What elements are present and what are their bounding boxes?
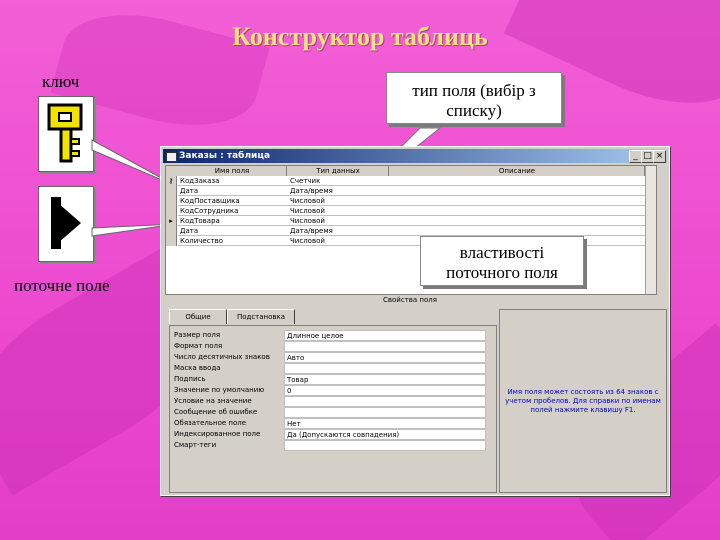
table-row[interactable]: ⚷ КодЗаказа Счетчик xyxy=(166,176,656,186)
property-row[interactable]: Смарт-теги xyxy=(174,440,492,451)
column-header: Описание xyxy=(390,166,645,176)
hint-text: Имя поля может состоять из 64 знаков с у… xyxy=(505,388,661,414)
slide: Конструктор таблиць ключ поточне поле За… xyxy=(0,0,720,540)
property-row[interactable]: Маска ввода xyxy=(174,363,492,374)
field-name[interactable]: Дата xyxy=(178,186,288,196)
callout-field-properties: властивості поточного поля xyxy=(420,236,584,286)
current-row-icon[interactable]: ▸ xyxy=(166,216,177,226)
property-value[interactable]: Да (Допускаются совпадения) xyxy=(284,429,486,440)
property-row[interactable]: Значение по умолчанию 0 xyxy=(174,385,492,396)
primary-key-icon[interactable]: ⚷ xyxy=(166,176,177,186)
property-row[interactable]: Условие на значение xyxy=(174,396,492,407)
field-type[interactable]: Числовой xyxy=(288,236,390,246)
property-row[interactable]: Число десятичных знаков Авто xyxy=(174,352,492,363)
property-value[interactable] xyxy=(284,363,486,374)
row-selector[interactable] xyxy=(166,236,177,246)
field-description[interactable] xyxy=(390,196,654,206)
property-label: Формат поля xyxy=(174,342,223,350)
property-label: Подпись xyxy=(174,375,206,383)
table-icon xyxy=(166,152,177,162)
property-value[interactable] xyxy=(284,341,486,352)
field-type[interactable]: Дата/время xyxy=(288,186,390,196)
property-row[interactable]: Сообщение об ошибке xyxy=(174,407,492,418)
property-value[interactable]: Авто xyxy=(284,352,486,363)
callout-field-type: тип поля (вибір з списку) xyxy=(386,72,562,124)
field-type[interactable]: Числовой xyxy=(288,196,390,206)
vertical-scrollbar[interactable] xyxy=(645,166,656,294)
column-header: Имя поля xyxy=(178,166,287,176)
field-description[interactable] xyxy=(390,226,654,236)
property-row[interactable]: Размер поля Длинное целое xyxy=(174,330,492,341)
property-label: Смарт-теги xyxy=(174,441,217,449)
table-row[interactable]: Дата Дата/время xyxy=(166,226,656,236)
property-label: Маска ввода xyxy=(174,364,221,372)
field-type[interactable]: Дата/время xyxy=(288,226,390,236)
property-value[interactable]: Нет xyxy=(284,418,486,429)
hint-panel: Имя поля может состоять из 64 знаков с у… xyxy=(499,309,667,493)
field-description[interactable] xyxy=(390,216,654,226)
property-value[interactable] xyxy=(284,440,486,451)
field-type[interactable]: Счетчик xyxy=(288,176,390,186)
field-name[interactable]: КодТовара xyxy=(178,216,288,226)
field-properties-label: Свойства поля xyxy=(383,296,437,304)
field-description[interactable] xyxy=(390,206,654,216)
field-description[interactable] xyxy=(390,176,654,186)
property-row[interactable]: Подпись Товар xyxy=(174,374,492,385)
table-row[interactable]: Дата Дата/время xyxy=(166,186,656,196)
row-selector[interactable] xyxy=(166,186,177,196)
property-value[interactable]: Товар xyxy=(284,374,486,385)
row-selector[interactable] xyxy=(166,206,177,216)
field-type[interactable]: Числовой xyxy=(288,216,390,226)
property-value[interactable]: Длинное целое xyxy=(284,330,486,341)
property-row[interactable]: Индексированное поле Да (Допускаются совп… xyxy=(174,429,492,440)
property-label: Значение по умолчанию xyxy=(174,386,265,394)
column-header: Тип данных xyxy=(288,166,389,176)
table-designer-window[interactable]: Заказы : таблица _ □ × Имя поля Тип данн… xyxy=(160,146,670,496)
table-row[interactable]: КодПоставщика Числовой xyxy=(166,196,656,206)
property-label: Число десятичных знаков xyxy=(174,353,270,361)
property-label: Условие на значение xyxy=(174,397,252,405)
close-icon[interactable]: × xyxy=(653,150,666,163)
table-row[interactable]: ▸ КодТовара Числовой xyxy=(166,216,656,226)
grid-header: Имя поля Тип данных Описание xyxy=(166,166,656,176)
field-description[interactable] xyxy=(390,186,654,196)
property-value[interactable] xyxy=(284,396,486,407)
property-row[interactable]: Формат поля xyxy=(174,341,492,352)
field-name[interactable]: Количество xyxy=(178,236,288,246)
row-selector[interactable] xyxy=(166,226,177,236)
property-value[interactable]: 0 xyxy=(284,385,486,396)
tab-general[interactable]: Общие xyxy=(169,309,227,324)
window-titlebar[interactable]: Заказы : таблица _ □ × xyxy=(163,149,667,163)
table-row[interactable]: КодСотрудника Числовой xyxy=(166,206,656,216)
field-type[interactable]: Числовой xyxy=(288,206,390,216)
field-name[interactable]: КодПоставщика xyxy=(178,196,288,206)
window-title: Заказы : таблица xyxy=(179,151,271,161)
property-row[interactable]: Обязательное поле Нет xyxy=(174,418,492,429)
property-label: Сообщение об ошибке xyxy=(174,408,258,416)
property-label: Обязательное поле xyxy=(174,419,247,427)
row-selector[interactable] xyxy=(166,196,177,206)
field-name[interactable]: Дата xyxy=(178,226,288,236)
field-name[interactable]: КодСотрудника xyxy=(178,206,288,216)
tab-lookup[interactable]: Подстановка xyxy=(227,309,295,324)
property-label: Индексированное поле xyxy=(174,430,261,438)
property-value[interactable] xyxy=(284,407,486,418)
field-name[interactable]: КодЗаказа xyxy=(178,176,288,186)
property-label: Размер поля xyxy=(174,331,221,339)
properties-panel: Размер поля Длинное целое Формат поля Чис… xyxy=(169,325,497,493)
